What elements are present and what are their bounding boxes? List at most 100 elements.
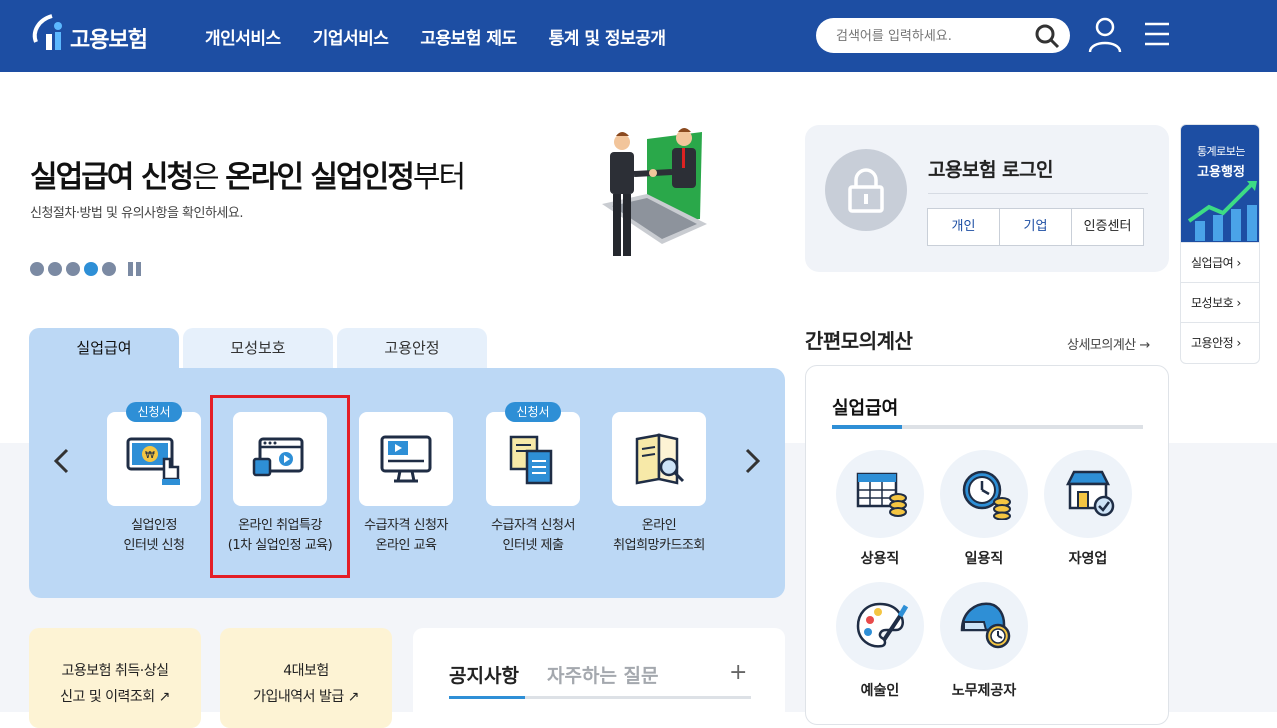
card-line: 고용보험 취득·상실 — [61, 663, 169, 679]
tab-employment-stability[interactable]: 고용안정 — [337, 328, 487, 368]
search-box — [816, 18, 1070, 53]
calc-label: 일용직 — [964, 551, 1004, 567]
calc-item-daily[interactable]: 일용직 — [940, 450, 1028, 568]
divider — [928, 193, 1148, 194]
card-line: 가입내역서 발급 ↗ — [253, 689, 359, 705]
calc-title: 간편모의계산 — [805, 329, 913, 353]
slide-dot[interactable] — [30, 262, 44, 276]
calc-circle[interactable] — [836, 450, 924, 538]
tab-faq[interactable]: 자주하는 질문 — [547, 661, 659, 688]
login-personal-button[interactable]: 개인 — [927, 208, 1000, 246]
slide-dot[interactable] — [66, 262, 80, 276]
service-label: 실업인정 인터넷 신청 — [123, 518, 185, 553]
slide-dot[interactable] — [48, 262, 62, 276]
login-business-button[interactable]: 기업 — [999, 208, 1072, 246]
service-item-applicant-education[interactable]: 수급자격 신청자 온라인 교육 — [336, 412, 476, 556]
service-box[interactable] — [612, 412, 706, 506]
card-line: 4대보험 — [283, 663, 329, 679]
banner-title-part: 은 — [192, 160, 226, 195]
calc-label: 자영업 — [1068, 551, 1108, 567]
service-box[interactable] — [359, 412, 453, 506]
card-insurance-history[interactable]: 고용보험 취득·상실 신고 및 이력조회 ↗ — [29, 628, 201, 728]
stats-banner-line2: 고용행정 — [1197, 165, 1245, 180]
service-item-application-submit[interactable]: 신청서 수급자격 신청서 인터넷 제출 — [463, 402, 603, 556]
nav-stats[interactable]: 통계 및 정보공개 — [549, 24, 666, 49]
banner-title-part: 실업급여 신청 — [30, 160, 194, 195]
monitor-play-icon — [380, 435, 432, 483]
calc-item-platform-worker[interactable]: 노무제공자 — [940, 582, 1028, 700]
tab-notice[interactable]: 공지사항 — [449, 661, 519, 688]
service-label: 온라인 취업희망카드조회 — [613, 518, 705, 553]
store-check-icon — [1065, 470, 1115, 517]
header: 고용보험 개인서비스 기업서비스 고용보험 제도 통계 및 정보공개 — [0, 0, 1277, 72]
documents-icon — [509, 435, 553, 485]
highlight-box — [210, 395, 350, 578]
calc-detail-link[interactable]: 상세모의계산 → — [1067, 334, 1150, 353]
stats-banner-line1: 통계로보는 — [1196, 145, 1246, 158]
calc-tab-bar — [832, 425, 1143, 429]
sidebar-item-maternity[interactable]: 모성보호 › — [1181, 282, 1259, 322]
calc-panel: 실업급여 상용직 일용직 자영업 예술인 노무제공자 — [805, 365, 1169, 725]
handshake-laptop-illustration — [602, 128, 707, 256]
calc-label: 예술인 — [860, 683, 900, 699]
logo[interactable]: 고용보험 — [28, 12, 168, 56]
calc-subtitle: 실업급여 — [832, 398, 899, 419]
login-buttons: 개인 기업 인증센터 — [927, 208, 1144, 246]
notice-panel: 공지사항 자주하는 질문 + — [413, 628, 785, 728]
helmet-clock-icon — [960, 602, 1011, 649]
slide-dot[interactable] — [102, 262, 116, 276]
search-input[interactable] — [836, 26, 1026, 46]
service-item-certification[interactable]: 신청서 ₩ 실업인정 인터넷 신청 — [84, 402, 224, 556]
tab-unemployment[interactable]: 실업급여 — [29, 328, 179, 368]
plus-icon[interactable]: + — [729, 660, 747, 685]
stats-sidebar: 통계로보는 고용행정 실업급여 › 모성보호 › 고용안정 › — [1180, 124, 1260, 364]
tab-maternity[interactable]: 모성보호 — [183, 328, 333, 368]
nav-personal[interactable]: 개인서비스 — [205, 24, 281, 49]
user-icon[interactable] — [1088, 16, 1122, 54]
calc-circle[interactable] — [940, 450, 1028, 538]
lock-icon — [848, 168, 884, 213]
calc-label: 노무제공자 — [951, 683, 1017, 699]
logo-mark-icon — [32, 14, 62, 50]
logo-text: 고용보험 — [70, 28, 148, 53]
banner-title-part: 온라인 실업인정 — [225, 160, 415, 195]
calc-item-regular[interactable]: 상용직 — [836, 450, 924, 568]
main-nav: 개인서비스 기업서비스 고용보험 제도 통계 및 정보공개 — [205, 24, 666, 49]
slide-indicator — [30, 262, 142, 276]
service-label: 수급자격 신청서 인터넷 제출 — [491, 518, 575, 553]
application-badge: 신청서 — [505, 402, 561, 422]
menu-icon[interactable] — [1143, 22, 1171, 46]
sidebar-item-stability[interactable]: 고용안정 › — [1181, 322, 1259, 362]
clock-coins-icon — [962, 470, 1011, 520]
banner-title-part: 부터 — [412, 160, 466, 195]
lock-circle — [825, 149, 907, 231]
calc-circle[interactable] — [836, 582, 924, 670]
service-box[interactable]: 신청서 ₩ — [107, 402, 201, 506]
calc-circle[interactable] — [940, 582, 1028, 670]
slide-dot-active[interactable] — [84, 262, 98, 276]
nav-business[interactable]: 기업서비스 — [313, 24, 389, 49]
search-icon[interactable] — [1034, 23, 1060, 49]
service-item-job-card[interactable]: 온라인 취업희망카드조회 — [589, 412, 729, 556]
login-title: 고용보험 로그인 — [928, 159, 1053, 181]
pause-icon[interactable] — [128, 262, 142, 276]
chevron-right-icon[interactable] — [742, 448, 762, 474]
service-box[interactable]: 신청서 — [486, 402, 580, 506]
nav-system[interactable]: 고용보험 제도 — [420, 24, 517, 49]
calc-item-artist[interactable]: 예술인 — [836, 582, 924, 700]
card-enrollment-certificate[interactable]: 4대보험 가입내역서 발급 ↗ — [220, 628, 392, 728]
computer-hand-icon: ₩ — [126, 437, 180, 485]
calc-circle[interactable] — [1044, 450, 1132, 538]
sidebar-item-unemployment[interactable]: 실업급여 › — [1181, 242, 1259, 282]
calc-label: 상용직 — [860, 551, 900, 567]
growth-chart-icon — [1187, 181, 1257, 241]
document-search-icon — [635, 433, 685, 485]
calc-item-self-employed[interactable]: 자영업 — [1044, 450, 1132, 568]
svg-text:₩: ₩ — [145, 450, 155, 461]
certificate-center-button[interactable]: 인증센터 — [1071, 208, 1144, 246]
login-panel: 고용보험 로그인 개인 기업 인증센터 — [805, 125, 1169, 272]
banner-title: 실업급여 신청은 온라인 실업인정부터 — [30, 152, 466, 196]
service-label: 수급자격 신청자 온라인 교육 — [364, 518, 448, 553]
chevron-left-icon[interactable] — [52, 448, 72, 474]
stats-banner[interactable]: 통계로보는 고용행정 — [1181, 125, 1259, 242]
